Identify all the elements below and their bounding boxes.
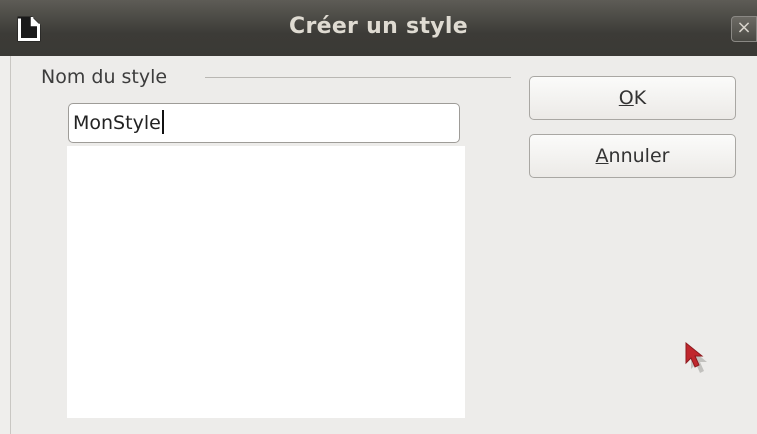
ok-mnemonic: O — [618, 87, 634, 109]
cancel-label: nnuler — [608, 145, 670, 167]
group-separator — [205, 77, 511, 78]
text-caret — [161, 110, 164, 134]
ok-button[interactable]: OK — [529, 76, 736, 120]
cancel-button[interactable]: Annuler — [529, 134, 736, 178]
close-icon[interactable]: × — [731, 16, 757, 42]
create-style-dialog: Créer un style × Nom du style MonStyle O… — [0, 0, 757, 434]
dialog-content: Nom du style MonStyle OK Annuler — [10, 56, 757, 434]
style-list[interactable] — [67, 146, 465, 418]
style-name-input[interactable]: MonStyle — [68, 103, 460, 143]
mouse-pointer-icon — [685, 341, 707, 373]
style-name-label: Nom du style — [41, 66, 168, 88]
style-name-value: MonStyle — [73, 112, 161, 134]
ok-label: K — [633, 87, 647, 109]
window-title: Créer un style — [289, 14, 468, 39]
cancel-mnemonic: A — [595, 145, 609, 167]
title-bar[interactable]: Créer un style × — [0, 0, 757, 56]
